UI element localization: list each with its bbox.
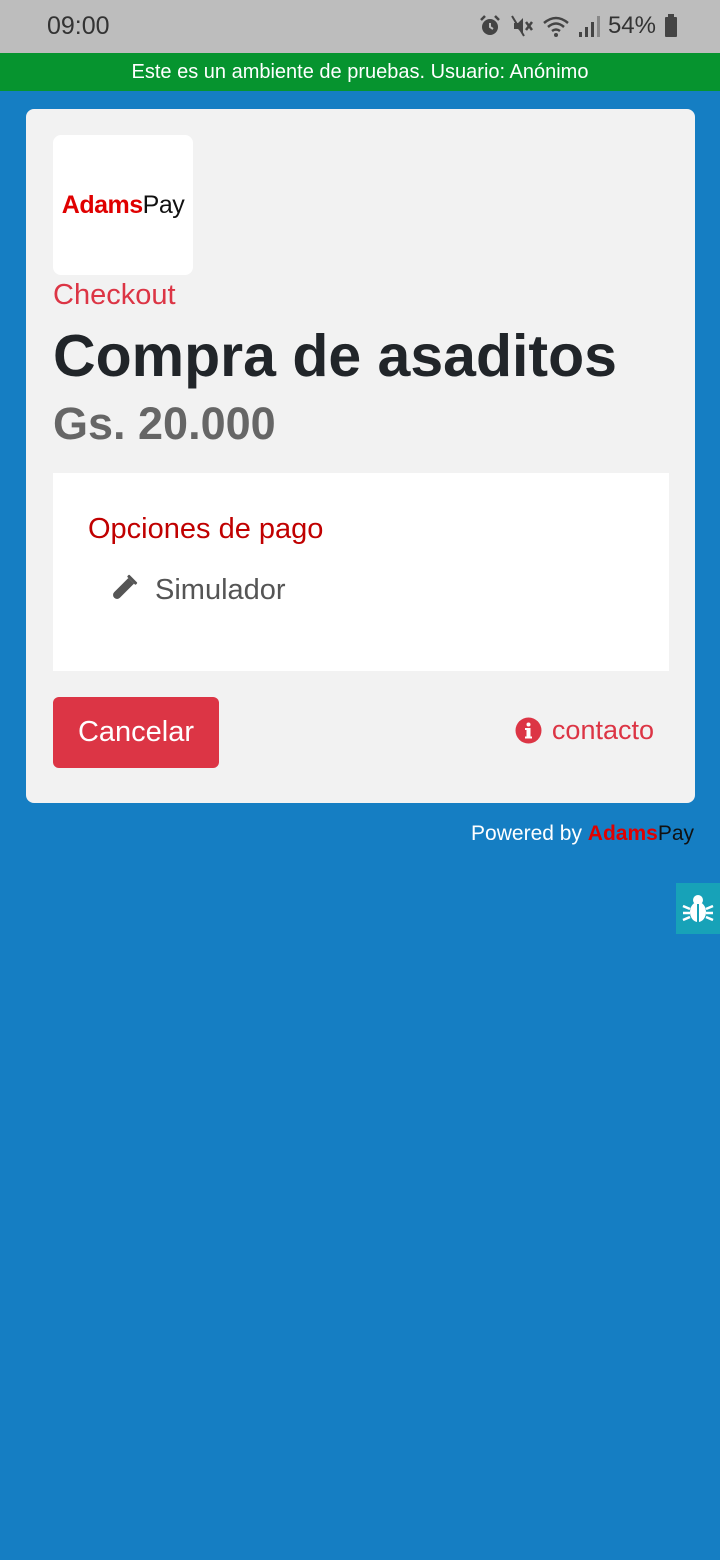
status-icons: 54% xyxy=(478,12,678,40)
battery-percentage: 54% xyxy=(607,12,656,39)
signal-icon xyxy=(578,16,600,37)
bug-icon xyxy=(682,894,714,922)
test-tube-icon xyxy=(113,574,138,599)
debug-button[interactable] xyxy=(676,883,720,934)
payment-options-panel: Opciones de pago Simulador xyxy=(53,473,669,671)
cancel-button[interactable]: Cancelar xyxy=(53,697,219,768)
wifi-icon xyxy=(543,16,569,37)
payment-option-label: Simulador xyxy=(155,573,286,606)
merchant-logo-text: AdamsPay xyxy=(61,190,185,219)
payment-option-simulador[interactable]: Simulador xyxy=(105,573,286,607)
battery-icon xyxy=(665,14,677,37)
test-environment-banner: Este es un ambiente de pruebas. Usuario:… xyxy=(0,53,720,91)
payment-options-title: Opciones de pago xyxy=(88,513,324,545)
alarm-icon xyxy=(480,15,500,35)
product-title: Compra de asaditos xyxy=(53,323,617,389)
status-bar: 09:00 54% xyxy=(0,0,720,53)
status-time: 09:00 xyxy=(47,12,110,40)
info-icon xyxy=(515,717,542,744)
checkout-card: AdamsPay Checkout Compra de asaditos Gs.… xyxy=(26,109,695,803)
contact-label: contacto xyxy=(551,715,654,745)
powered-by: Powered by AdamsPay xyxy=(471,822,694,845)
mute-icon xyxy=(511,15,533,37)
merchant-logo: AdamsPay xyxy=(53,135,193,275)
contact-link[interactable]: contacto xyxy=(515,715,654,746)
checkout-label: Checkout xyxy=(53,279,176,311)
product-price: Gs. 20.000 xyxy=(53,398,276,449)
